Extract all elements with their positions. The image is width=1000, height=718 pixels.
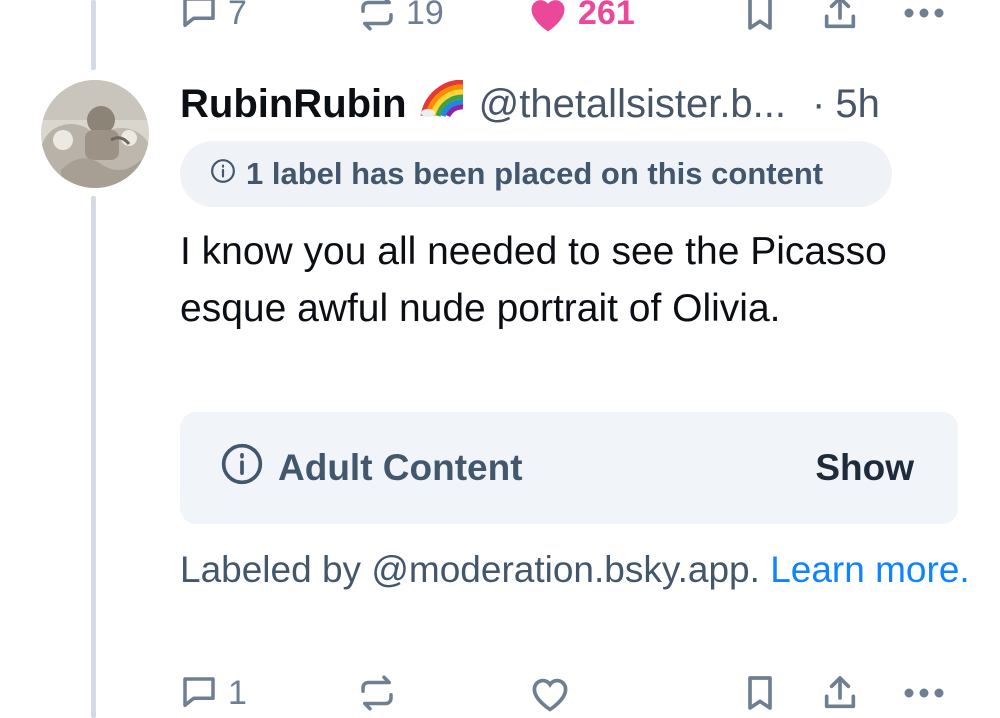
more-icon (902, 686, 946, 700)
bookmark-button[interactable] (740, 0, 780, 38)
content-warning-label: Adult Content (220, 442, 523, 495)
avatar-image (41, 80, 149, 188)
post-header: RubinRubin @thetallsister.b... · 5h (180, 78, 980, 130)
rainbow-icon (419, 79, 465, 128)
info-icon (210, 156, 246, 192)
repost-icon (356, 0, 398, 34)
author-display-name[interactable]: RubinRubin (180, 82, 407, 127)
like-button[interactable] (528, 668, 572, 718)
author-handle[interactable]: @thetallsister.b... (479, 82, 786, 127)
post-timestamp[interactable]: 5h (835, 82, 880, 127)
more-icon (902, 6, 946, 20)
separator-dot: · (812, 81, 826, 126)
previous-post-actions: 7 19 261 (178, 0, 968, 38)
bookmark-icon (740, 0, 780, 33)
share-icon (820, 0, 860, 33)
more-options-button[interactable] (902, 0, 946, 38)
show-content-button[interactable]: Show (815, 447, 914, 489)
like-icon (528, 672, 572, 714)
like-button[interactable]: 261 (526, 0, 635, 38)
bookmark-icon (740, 673, 780, 713)
like-icon (526, 0, 570, 34)
reply-icon (178, 0, 220, 34)
repost-count: 19 (406, 0, 444, 32)
avatar[interactable] (41, 80, 149, 188)
label-notice-pill[interactable]: 1 label has been placed on this content (180, 141, 892, 207)
repost-button[interactable]: 19 (356, 0, 444, 38)
share-button[interactable] (820, 668, 860, 718)
repost-icon (356, 672, 398, 714)
info-icon (220, 442, 278, 495)
thread-line-top (91, 0, 96, 70)
thread-line-bottom (91, 196, 96, 718)
bookmark-button[interactable] (740, 668, 780, 718)
reply-icon (178, 672, 220, 714)
share-button[interactable] (820, 0, 860, 38)
content-warning-title: Adult Content (278, 447, 523, 488)
post-actions: 1 (178, 668, 968, 718)
label-notice-text: 1 label has been placed on this content (246, 156, 824, 191)
reply-count: 7 (228, 0, 247, 32)
content-warning-box[interactable]: Adult Content Show (180, 412, 958, 524)
like-count: 261 (578, 0, 635, 32)
repost-button[interactable] (356, 668, 398, 718)
learn-more-link[interactable]: Learn more. (770, 549, 970, 590)
reply-button[interactable]: 7 (178, 0, 247, 38)
post-text: I know you all needed to see the Picasso… (180, 230, 887, 330)
labeled-by-prefix: Labeled by @moderation.bsky.app. (180, 549, 771, 590)
share-icon (820, 673, 860, 713)
labeled-by-text: Labeled by @moderation.bsky.app. Learn m… (180, 546, 970, 594)
post-thread-view: 7 19 261 RubinRubin @thetallsister.b... … (0, 0, 1000, 718)
reply-count: 1 (228, 674, 247, 712)
reply-button[interactable]: 1 (178, 668, 247, 718)
more-options-button[interactable] (902, 668, 946, 718)
